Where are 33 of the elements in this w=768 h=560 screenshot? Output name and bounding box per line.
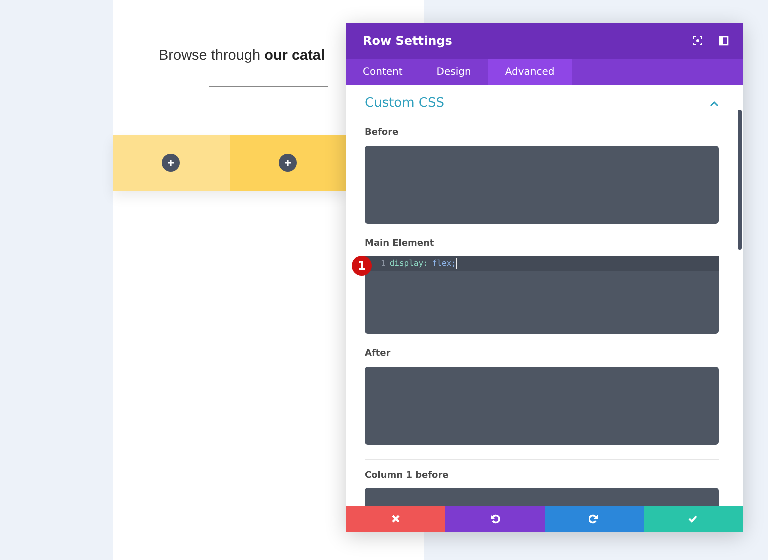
focus-icon[interactable] (693, 36, 703, 46)
code-editor[interactable] (365, 366, 719, 444)
code-editor[interactable] (365, 146, 719, 224)
field-label: Main Element (365, 238, 436, 250)
heading: Browse through our catal (159, 47, 326, 66)
code-editor[interactable]: 1 display: flex; (365, 256, 719, 334)
close-button[interactable] (346, 506, 446, 532)
plus-icon (284, 158, 292, 167)
tab[interactable]: Design (420, 59, 488, 85)
field-label: Before (365, 127, 400, 140)
code-value: flex; (432, 258, 456, 270)
field-label: After (365, 348, 392, 361)
section-title: Custom CSS (365, 95, 446, 114)
annotation-badge: 1 (352, 256, 372, 276)
plus-icon (167, 158, 176, 167)
undo-button[interactable] (445, 506, 544, 532)
field-label: Column 1 before (365, 470, 450, 482)
modal-title: Row Settings (363, 33, 454, 50)
text-cursor (456, 258, 458, 269)
close-icon (390, 514, 401, 524)
redo-button[interactable] (544, 506, 644, 532)
redo-icon (589, 514, 600, 524)
code-property: display: (390, 258, 428, 270)
check-icon (688, 514, 698, 524)
add-module-button[interactable] (162, 154, 180, 172)
chevron-icon[interactable] (710, 101, 719, 107)
line-number: 1 (380, 258, 387, 270)
save-button[interactable] (644, 506, 743, 532)
tab[interactable]: Advanced (488, 59, 572, 85)
tab[interactable]: Content (346, 59, 420, 85)
add-module-button[interactable] (278, 154, 297, 172)
sidebar-icon[interactable] (719, 36, 729, 46)
undo-icon (490, 514, 500, 524)
